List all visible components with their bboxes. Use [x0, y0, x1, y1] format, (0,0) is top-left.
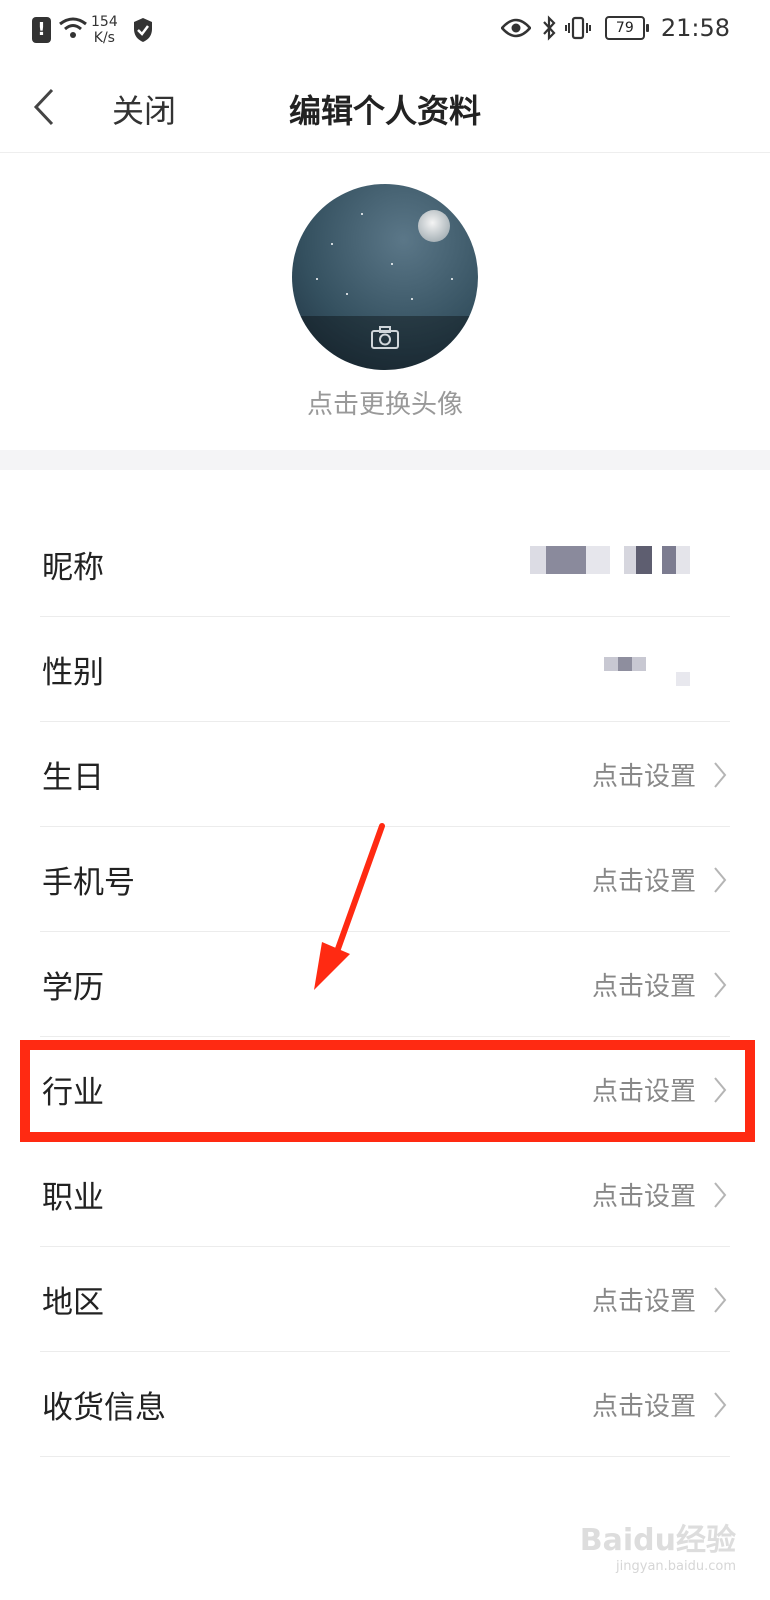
row-label: 昵称 — [42, 550, 104, 586]
camera-icon — [371, 326, 399, 349]
chevron-right-icon — [714, 972, 727, 998]
avatar[interactable] — [292, 184, 478, 370]
bluetooth-icon — [543, 15, 556, 41]
section-divider — [0, 450, 770, 470]
header-bar: 关闭 编辑个人资料 — [0, 62, 770, 153]
network-speed: 154 K/s — [91, 14, 118, 46]
status-right: 79 21:58 — [500, 14, 730, 42]
row-value: 点击设置 — [591, 1182, 696, 1212]
change-avatar-link[interactable]: 点击更换头像 — [0, 384, 770, 421]
annotation-highlight-box — [20, 1040, 755, 1142]
battery-level: 79 — [615, 20, 634, 36]
chevron-right-icon — [714, 867, 727, 893]
row-label: 职业 — [42, 1180, 104, 1216]
row-label: 地区 — [42, 1285, 104, 1321]
row-birthday[interactable]: 生日 点击设置 — [40, 722, 730, 827]
status-time: 21:58 — [660, 14, 730, 42]
baidu-watermark: Baidu经验 jingyan.baidu.com — [580, 1515, 736, 1574]
row-occupation[interactable]: 职业 点击设置 — [40, 1142, 730, 1247]
row-gender[interactable]: 性别 — [40, 617, 730, 722]
wifi-icon — [59, 17, 87, 38]
row-label: 性别 — [42, 655, 104, 691]
row-value: 点击设置 — [591, 762, 696, 792]
network-speed-unit: K/s — [93, 30, 115, 46]
row-label: 手机号 — [42, 865, 135, 901]
row-value: 点击设置 — [591, 972, 696, 1002]
row-label: 生日 — [42, 760, 104, 796]
chevron-right-icon — [714, 1392, 727, 1418]
row-region[interactable]: 地区 点击设置 — [40, 1247, 730, 1352]
row-label: 学历 — [42, 970, 104, 1006]
watermark-brand: Baidu经验 — [579, 1523, 736, 1558]
vibrate-icon — [564, 16, 591, 40]
avatar-section: 点击更换头像 — [0, 152, 770, 450]
page-title: 编辑个人资料 — [288, 92, 481, 130]
network-speed-value: 154 — [91, 14, 118, 30]
row-value: 点击设置 — [591, 867, 696, 897]
status-left: ! 154 K/s — [32, 14, 154, 46]
row-shipping-info[interactable]: 收货信息 点击设置 — [40, 1352, 730, 1457]
status-bar: ! 154 K/s 79 21:58 — [0, 0, 770, 62]
row-label: 收货信息 — [42, 1390, 166, 1426]
battery-icon: 79 — [604, 16, 649, 40]
blurred-nickname-value — [530, 546, 690, 574]
eye-icon — [500, 18, 531, 38]
blurred-gender-value — [604, 657, 690, 686]
shield-check-icon — [133, 18, 152, 42]
chevron-right-icon — [714, 762, 727, 788]
annotation-arrow-icon — [314, 823, 385, 990]
watermark-url: jingyan.baidu.com — [616, 1559, 736, 1574]
alert-icon: ! — [32, 17, 51, 43]
row-value: 点击设置 — [591, 1287, 696, 1317]
chevron-right-icon — [714, 1287, 727, 1313]
chevron-right-icon — [714, 1182, 727, 1208]
row-value: 点击设置 — [591, 1392, 696, 1422]
row-nickname[interactable]: 昵称 — [40, 512, 730, 617]
